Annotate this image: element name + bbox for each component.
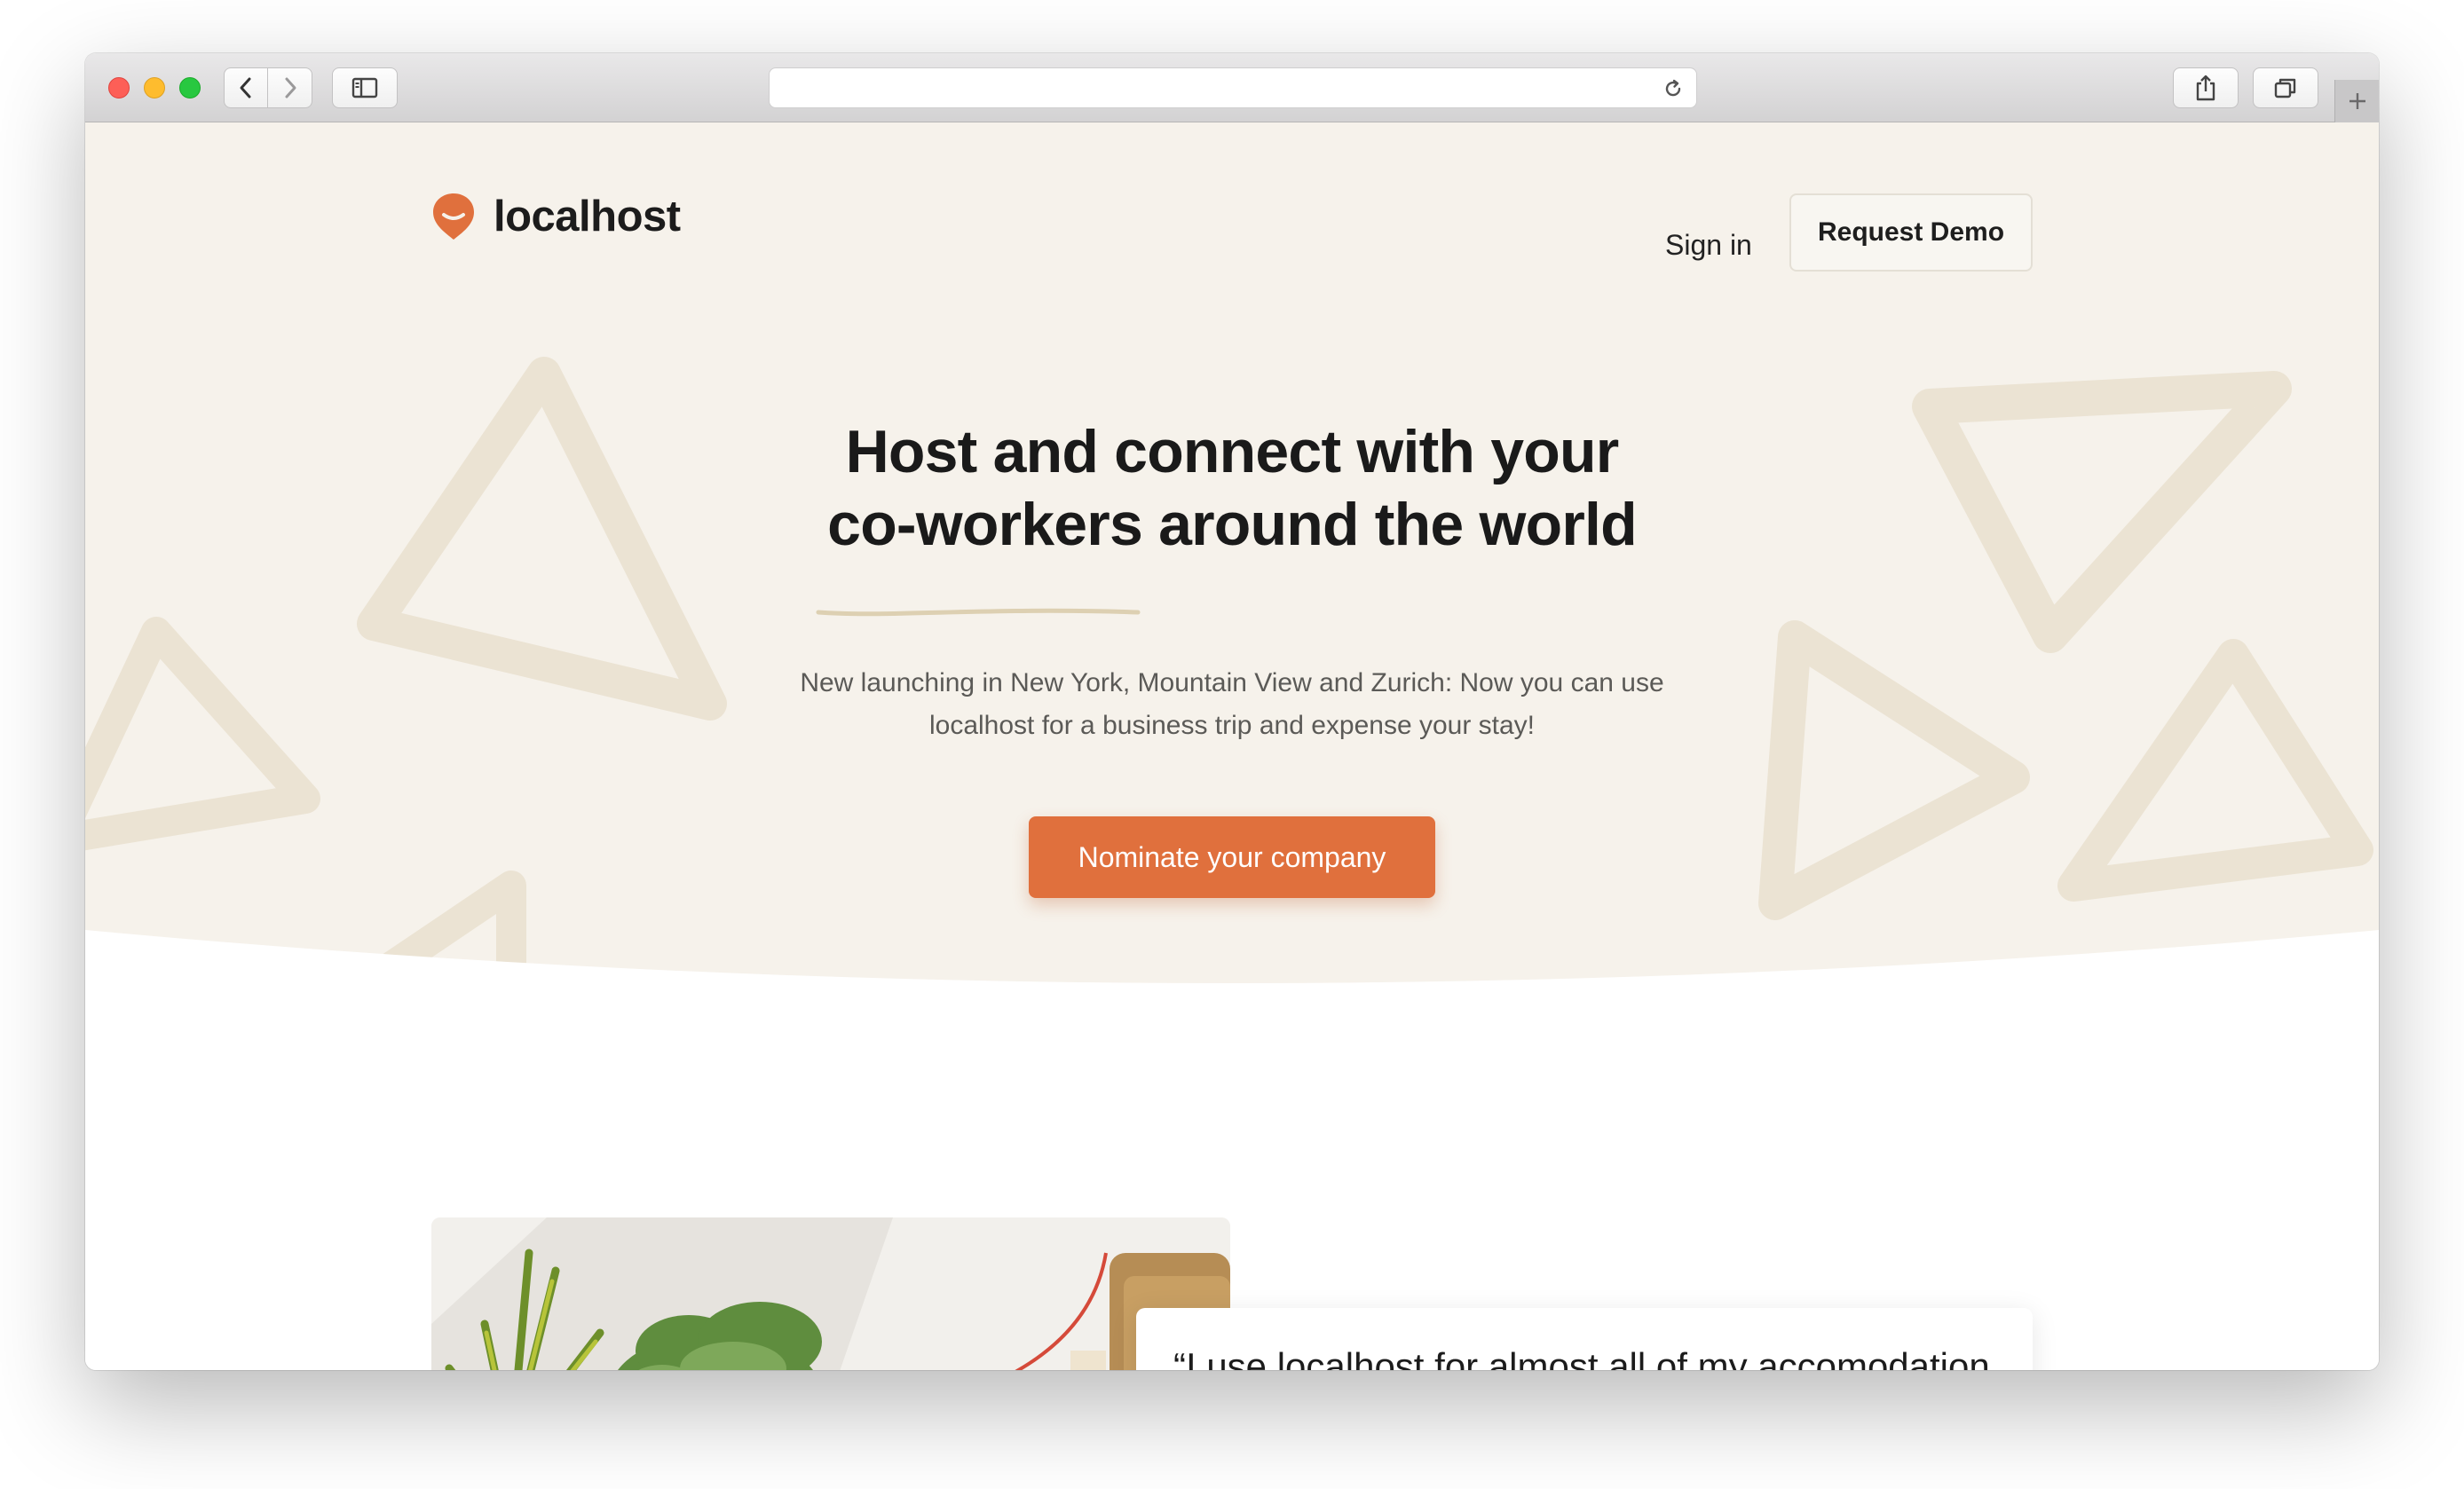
new-tab-button[interactable] bbox=[2334, 80, 2379, 122]
hero-subtext: New launching in New York, Mountain View… bbox=[800, 668, 1664, 740]
office-plants-photo bbox=[431, 1217, 1230, 1370]
headline-underline-scribble bbox=[816, 608, 1141, 617]
sidebar-icon bbox=[351, 77, 378, 98]
maximize-window-button[interactable] bbox=[179, 77, 201, 98]
tabs-icon bbox=[2274, 78, 2296, 98]
page-viewport: localhost Sign in Request Demo Host and … bbox=[85, 122, 2379, 1370]
show-tabs-button[interactable] bbox=[2253, 67, 2318, 108]
headline-highlight: co-workers bbox=[827, 491, 1143, 558]
hero-wave-divider bbox=[85, 930, 2379, 1054]
brand-name: localhost bbox=[494, 193, 681, 240]
hero-section: localhost Sign in Request Demo Host and … bbox=[85, 122, 2379, 1054]
browser-toolbar bbox=[85, 53, 2379, 122]
browser-window: localhost Sign in Request Demo Host and … bbox=[85, 53, 2379, 1370]
address-bar[interactable] bbox=[769, 67, 1697, 108]
back-button[interactable] bbox=[224, 67, 268, 108]
share-icon bbox=[2196, 75, 2215, 101]
plus-icon bbox=[2349, 93, 2365, 109]
headline-line-1: Host and connect with your bbox=[845, 418, 1620, 485]
logo-smile-icon bbox=[433, 193, 474, 240]
hero-headline: Host and connect with your co-workers ar… bbox=[724, 415, 1740, 561]
nominate-company-button[interactable]: Nominate your company bbox=[1029, 816, 1435, 898]
testimonial-quote: “I use localhost for almost all of my ac… bbox=[1173, 1345, 1990, 1370]
back-icon bbox=[240, 77, 251, 98]
sidebar-toggle-button[interactable] bbox=[332, 67, 398, 108]
sign-in-link[interactable]: Sign in bbox=[1665, 229, 1752, 262]
site-logo[interactable]: localhost bbox=[431, 192, 681, 241]
request-demo-button[interactable]: Request Demo bbox=[1789, 193, 2033, 272]
photo-illustration bbox=[431, 1217, 1230, 1370]
screenshot-stage: localhost Sign in Request Demo Host and … bbox=[0, 0, 2464, 1489]
reload-icon[interactable] bbox=[1662, 78, 1684, 99]
testimonial-card: “I use localhost for almost all of my ac… bbox=[1136, 1308, 2033, 1370]
close-window-button[interactable] bbox=[108, 77, 130, 98]
minimize-window-button[interactable] bbox=[144, 77, 165, 98]
forward-button[interactable] bbox=[268, 67, 312, 108]
forward-icon bbox=[285, 77, 296, 98]
share-button[interactable] bbox=[2173, 67, 2239, 108]
headline-line-2-rest: around the world bbox=[1141, 491, 1638, 558]
